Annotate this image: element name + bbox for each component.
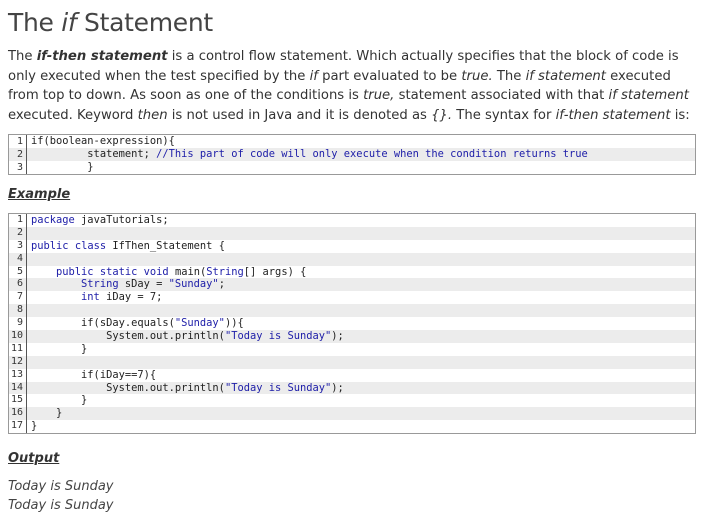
- line-number: 10: [9, 330, 27, 343]
- code-line: 3 public class IfThen_Statement {: [9, 239, 695, 253]
- intro-text-segment: is not used in Java and it is denoted as: [167, 107, 432, 123]
- page-title: The if Statement: [8, 8, 213, 37]
- code-line: 16 }: [9, 407, 695, 421]
- line-number: 3: [9, 239, 27, 253]
- code-line: 4: [9, 252, 695, 266]
- intro-text-segment: The: [8, 49, 37, 64]
- intro-paragraph: The if-then statement is a control flow …: [8, 47, 694, 125]
- intro-text-segment: if: [309, 68, 318, 84]
- line-number: 6: [9, 278, 27, 292]
- intro-text-segment: if-then statement: [36, 49, 168, 64]
- line-number: 11: [9, 342, 27, 356]
- code-line: 3 }: [9, 161, 695, 174]
- intro-text-segment: part evaluated to be: [317, 68, 462, 84]
- title-prefix: The: [8, 8, 62, 37]
- intro-text-segment: statement associated with that: [394, 88, 609, 103]
- intro-text-segment: The syntax for: [452, 107, 556, 123]
- line-number: 3: [9, 161, 27, 174]
- code-line: 10 System.out.println("Today is Sunday")…: [9, 330, 695, 343]
- line-number: 2: [9, 148, 27, 161]
- line-number: 17: [9, 420, 27, 434]
- code-line: 11 }: [9, 342, 695, 356]
- line-number: 1: [9, 135, 27, 148]
- intro-text-segment: true.: [461, 68, 493, 84]
- code-line: 13 if(iDay==7){: [9, 368, 695, 382]
- code-line: 2: [9, 226, 695, 240]
- code-text: public class IfThen_Statement {: [31, 239, 225, 252]
- code-text: int iDay = 7;: [81, 291, 163, 304]
- code-line: 2 statement; //This part of code will on…: [9, 148, 695, 161]
- output-line: Today is Sunday: [8, 498, 114, 513]
- intro-text-segment: true,: [363, 88, 395, 103]
- code-line: 1 if(boolean-expression){: [9, 135, 695, 148]
- code-text: package javaTutorials;: [31, 214, 169, 226]
- code-text: System.out.println("Today is Sunday");: [31, 381, 344, 394]
- intro-text-segment: if statement: [608, 88, 689, 103]
- intro-text-segment: executed. Keyword: [8, 107, 138, 123]
- title-emph: if: [61, 8, 77, 37]
- line-number: 1: [9, 214, 27, 227]
- code-text: System.out.println("Today is Sunday");: [31, 330, 344, 343]
- code-text: }: [31, 407, 63, 420]
- code-line: 15 }: [9, 394, 695, 408]
- code-line: 9 if(sDay.equals("Sunday")){: [9, 317, 695, 331]
- line-number: 15: [9, 394, 27, 408]
- code-text: if(sDay.equals("Sunday")){: [31, 317, 244, 330]
- intro-text-segment: if-then statement: [555, 107, 671, 123]
- code-text: String sDay = "Sunday";: [81, 278, 225, 291]
- code-text: }: [31, 161, 94, 173]
- line-number: 8: [9, 304, 27, 318]
- code-line: 7 int iDay = 7;: [9, 291, 695, 305]
- intro-text-segment: is:: [670, 107, 690, 123]
- code-text: statement; //This part of code will only…: [31, 148, 588, 160]
- line-number: 5: [9, 265, 27, 279]
- code-line: 5 public static void main(String[] args)…: [9, 265, 695, 279]
- intro-text-segment: The: [492, 68, 526, 84]
- line-number: 16: [9, 407, 27, 421]
- intro-text-segment: if statement: [525, 68, 606, 84]
- code-line: 8: [9, 304, 695, 318]
- line-number: 14: [9, 381, 27, 395]
- code-text: }: [31, 342, 88, 355]
- title-suffix: Statement: [76, 8, 213, 37]
- intro-text-segment: then: [137, 107, 168, 123]
- line-number: 13: [9, 368, 27, 382]
- code-line: 12: [9, 355, 695, 369]
- code-line: 6 String sDay = "Sunday";: [9, 278, 695, 292]
- line-number: 4: [9, 252, 27, 266]
- line-number: 9: [9, 317, 27, 331]
- output-line: Today is Sunday: [8, 479, 114, 494]
- code-line: 1 package javaTutorials;: [9, 214, 695, 227]
- code-text: public static void main(String[] args) {: [56, 265, 307, 278]
- intro-text-segment: {}.: [431, 107, 453, 123]
- example-code-block: 1 package javaTutorials; 2 3 public class If…: [8, 213, 696, 435]
- code-text: if(iDay==7){: [31, 368, 157, 381]
- line-number: 12: [9, 355, 27, 369]
- syntax-code-block: 1 if(boolean-expression){2 statement; //T…: [8, 134, 696, 175]
- code-text: if(boolean-expression){: [31, 135, 175, 147]
- code-text: }: [31, 420, 38, 433]
- output-heading: Output: [8, 451, 60, 466]
- line-number: 2: [9, 226, 27, 240]
- line-number: 7: [9, 291, 27, 305]
- code-line: 17}: [9, 420, 695, 434]
- example-heading: Example: [8, 187, 71, 202]
- code-text: }: [31, 394, 88, 407]
- code-line: 14 System.out.println("Today is Sunday")…: [9, 381, 695, 395]
